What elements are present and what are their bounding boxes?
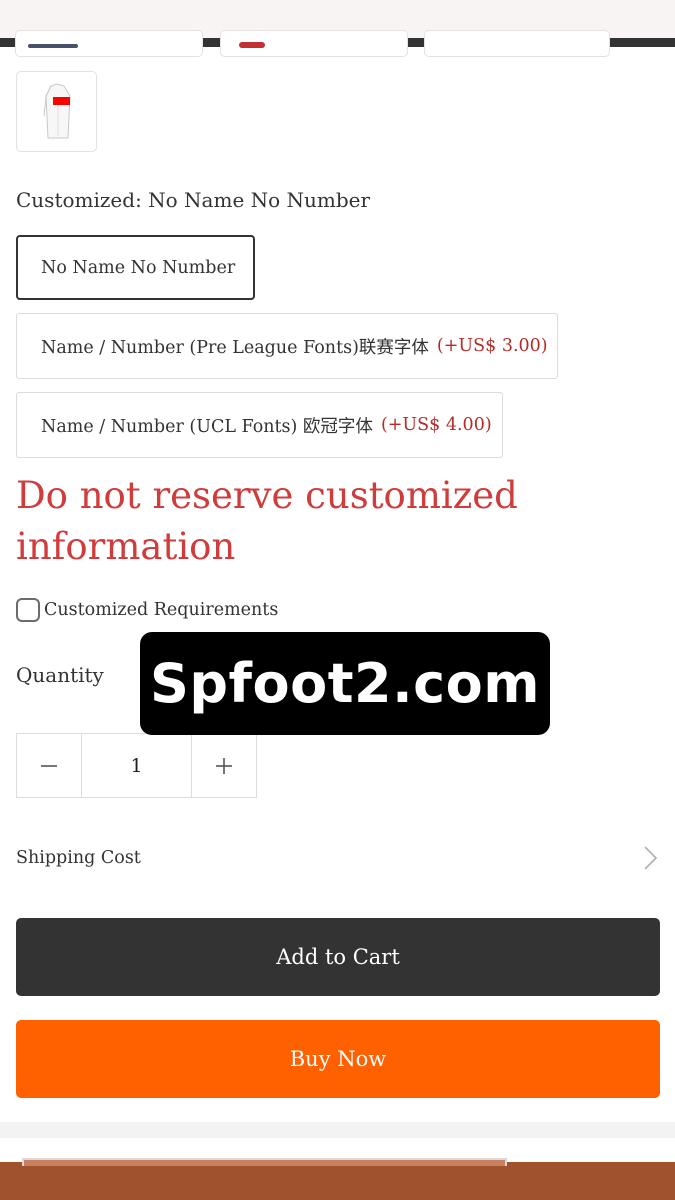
minus-icon (40, 764, 57, 767)
option-price: (+US$ 3.00) (436, 336, 548, 356)
option-pre-league-fonts[interactable]: Name / Number (Pre League Fonts)联赛字体 (+U… (16, 313, 558, 379)
warning-message: Do not reserve customized information (16, 474, 518, 568)
watermark-overlay: Spfoot2.com (140, 632, 550, 735)
chevron-right-icon (644, 846, 658, 870)
option-ucl-fonts[interactable]: Name / Number (UCL Fonts) 欧冠字体 (+US$ 4.0… (16, 392, 503, 458)
option-label: Name / Number (UCL Fonts) 欧冠字体 (41, 416, 373, 437)
option-label: Name / Number (Pre League Fonts)联赛字体 (41, 337, 429, 358)
quantity-label: Quantity (16, 663, 104, 687)
plus-icon (216, 757, 233, 774)
product-thumbnail-goalkeeper-shirt[interactable] (16, 71, 97, 152)
option-no-name-no-number[interactable]: No Name No Number (16, 235, 255, 300)
product-thumbnail[interactable] (424, 30, 610, 57)
increment-button[interactable] (192, 734, 256, 797)
product-thumbnail[interactable] (220, 30, 408, 57)
customized-requirements-checkbox[interactable] (16, 598, 40, 622)
banner-image-frame (22, 1158, 507, 1166)
shipping-cost-row[interactable]: Shipping Cost (16, 838, 660, 878)
buy-now-button[interactable]: Buy Now (16, 1020, 660, 1098)
add-to-cart-button[interactable]: Add to Cart (16, 918, 660, 996)
quantity-stepper: 1 (16, 733, 257, 798)
shipping-cost-label: Shipping Cost (16, 848, 141, 868)
option-price: (+US$ 4.00) (380, 415, 492, 435)
customization-option-title: Customized: No Name No Number (16, 188, 371, 212)
shirt-image (43, 83, 71, 139)
decrement-button[interactable] (17, 734, 81, 797)
customized-requirements-label[interactable]: Customized Requirements (44, 600, 278, 620)
option-label: No Name No Number (41, 257, 236, 278)
quantity-input[interactable]: 1 (80, 734, 193, 797)
product-thumbnail[interactable] (15, 30, 203, 57)
section-divider (0, 1122, 675, 1138)
bottom-banner-image (0, 1162, 675, 1200)
